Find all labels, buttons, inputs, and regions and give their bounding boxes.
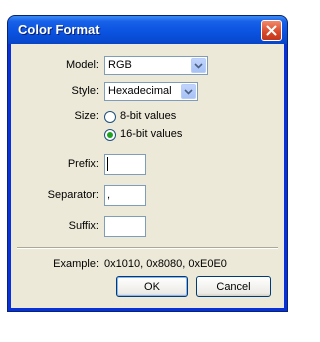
close-icon (266, 25, 277, 36)
prefix-label: Prefix: (67, 158, 99, 170)
style-label: Style: (71, 85, 99, 97)
size-8bit-radio[interactable] (104, 111, 116, 123)
size-16bit-label[interactable]: 16-bit values (120, 128, 182, 140)
example-value: 0x1010, 0x8080, 0xE0E0 (104, 258, 227, 270)
style-value: Hexadecimal (108, 85, 172, 97)
suffix-label: Suffix: (68, 220, 99, 232)
size-label: Size: (74, 110, 99, 122)
model-select[interactable]: RGB (104, 56, 208, 75)
model-dropdown-button[interactable] (191, 58, 206, 73)
model-value: RGB (108, 59, 132, 71)
prefix-field[interactable] (104, 154, 146, 175)
size-16bit-radio[interactable] (104, 129, 116, 141)
text-cursor (107, 157, 108, 171)
model-label: Model: (65, 59, 99, 71)
color-format-dialog: Color Format Model: RGB Style: Hexadecim… (8, 16, 287, 311)
divider (17, 247, 278, 249)
dialog-body: Model: RGB Style: Hexadecimal Size: 8-bi… (11, 44, 284, 308)
cancel-button[interactable]: Cancel (196, 276, 271, 297)
chevron-down-icon (194, 62, 203, 69)
window-title: Color Format (18, 22, 100, 37)
close-button[interactable] (261, 20, 282, 41)
style-dropdown-button[interactable] (181, 84, 196, 99)
style-select[interactable]: Hexadecimal (104, 82, 198, 101)
example-label: Example: (53, 258, 99, 270)
size-8bit-label[interactable]: 8-bit values (120, 110, 176, 122)
chevron-down-icon (184, 88, 193, 95)
suffix-field[interactable] (104, 216, 146, 237)
separator-label: Separator: (47, 189, 99, 201)
title-bar[interactable]: Color Format (8, 16, 287, 44)
ok-button[interactable]: OK (116, 276, 188, 297)
separator-field[interactable]: , (104, 185, 146, 206)
